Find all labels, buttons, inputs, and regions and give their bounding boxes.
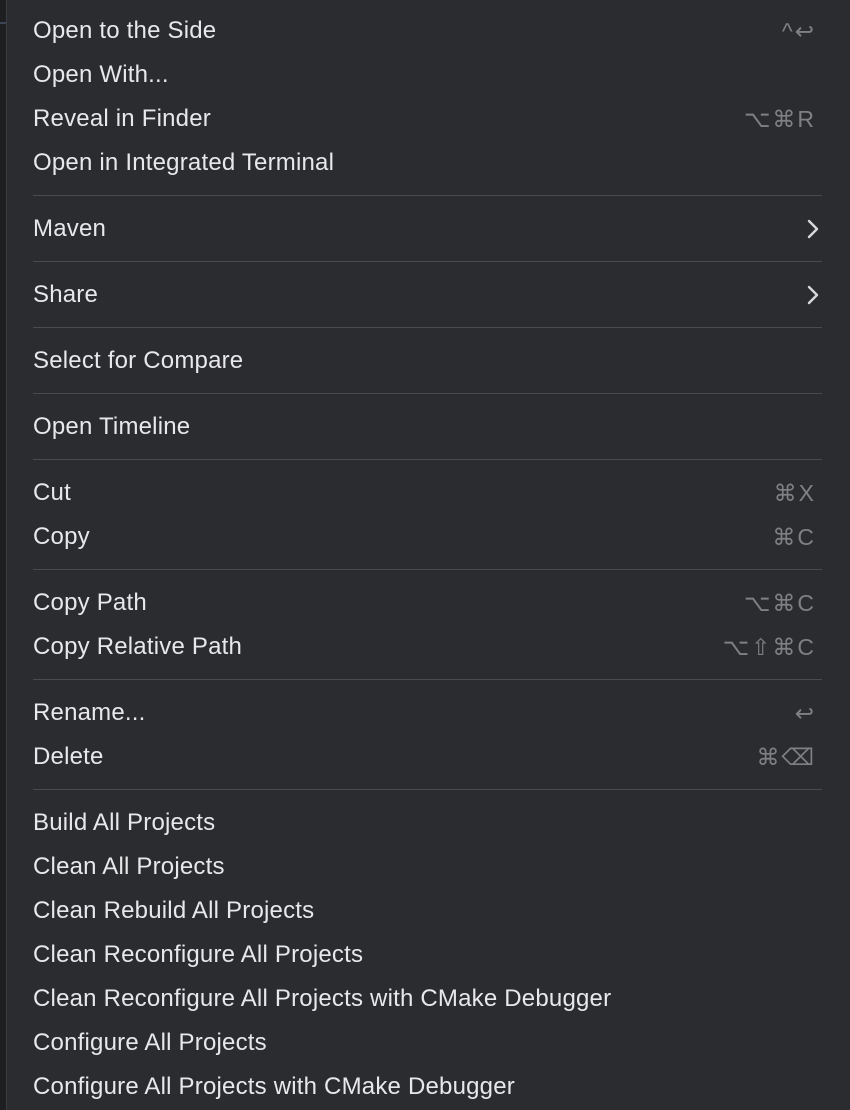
menu-item-maven[interactable]: Maven (7, 207, 850, 251)
menu-item-label: Reveal in Finder (33, 105, 211, 132)
menu-item-label: Copy Relative Path (33, 633, 243, 660)
menu-item-shortcut: ⌘X (773, 480, 816, 506)
menu-item-delete[interactable]: Delete ⌘⌫ (7, 735, 850, 779)
menu-item-clean-all-projects[interactable]: Clean All Projects (7, 845, 850, 889)
menu-item-label: Cut (33, 479, 71, 506)
menu-item-shortcut: ⌥⇧⌘C (722, 634, 816, 660)
menu-item-shortcut: ^↩ (781, 18, 816, 44)
menu-separator (7, 559, 850, 581)
menu-item-label: Open in Integrated Terminal (33, 149, 335, 176)
menu-separator (7, 185, 850, 207)
menu-item-label: Open Timeline (33, 413, 191, 440)
menu-item-label: Clean Reconfigure All Projects (33, 941, 364, 968)
menu-item-reveal-in-finder[interactable]: Reveal in Finder ⌥⌘R (7, 97, 850, 141)
menu-item-label: Open to the Side (33, 17, 217, 44)
menu-separator (7, 317, 850, 339)
chevron-right-icon (806, 273, 820, 317)
menu-item-copy[interactable]: Copy ⌘C (7, 515, 850, 559)
menu-item-shortcut: ⌥⌘C (743, 590, 816, 616)
menu-item-label: Open With... (33, 61, 169, 88)
menu-item-shortcut: ⌘⌫ (756, 744, 816, 770)
menu-item-open-with[interactable]: Open With... (7, 53, 850, 97)
menu-item-label: Share (33, 281, 99, 308)
menu-item-copy-path[interactable]: Copy Path ⌥⌘C (7, 581, 850, 625)
menu-item-label: Clean All Projects (33, 853, 225, 880)
menu-item-label: Select for Compare (33, 347, 244, 374)
menu-item-cut[interactable]: Cut ⌘X (7, 471, 850, 515)
menu-item-shortcut: ⌘C (772, 524, 816, 550)
menu-separator (7, 779, 850, 801)
menu-item-shortcut: ↩ (794, 700, 816, 726)
menu-item-share[interactable]: Share (7, 273, 850, 317)
menu-item-label: Clean Rebuild All Projects (33, 897, 315, 924)
chevron-right-icon (806, 207, 820, 251)
menu-item-open-to-the-side[interactable]: Open to the Side ^↩ (7, 9, 850, 53)
menu-item-label: Rename... (33, 699, 146, 726)
menu-separator (7, 669, 850, 691)
menu-item-label: Delete (33, 743, 104, 770)
menu-item-clean-reconfigure-all-projects[interactable]: Clean Reconfigure All Projects (7, 933, 850, 977)
menu-item-clean-reconfigure-all-projects-with-cmake-debugger[interactable]: Clean Reconfigure All Projects with CMak… (7, 977, 850, 1021)
menu-separator (7, 251, 850, 273)
menu-item-label: Copy Path (33, 589, 147, 616)
context-menu: Open to the Side ^↩ Open With... Reveal in … (6, 0, 850, 1110)
menu-item-configure-all-projects[interactable]: Configure All Projects (7, 1021, 850, 1065)
menu-item-shortcut: ⌥⌘R (743, 106, 816, 132)
menu-item-label: Configure All Projects with CMake Debugg… (33, 1073, 515, 1100)
menu-item-label: Configure All Projects (33, 1029, 267, 1056)
menu-item-rename[interactable]: Rename... ↩ (7, 691, 850, 735)
menu-separator (7, 449, 850, 471)
menu-separator (7, 383, 850, 405)
menu-item-label: Build All Projects (33, 809, 216, 836)
menu-item-open-timeline[interactable]: Open Timeline (7, 405, 850, 449)
menu-item-configure-all-projects-with-cmake-debugger[interactable]: Configure All Projects with CMake Debugg… (7, 1065, 850, 1109)
menu-item-clean-rebuild-all-projects[interactable]: Clean Rebuild All Projects (7, 889, 850, 933)
menu-item-open-in-integrated-terminal[interactable]: Open in Integrated Terminal (7, 141, 850, 185)
menu-item-label: Maven (33, 215, 107, 242)
menu-item-build-all-projects[interactable]: Build All Projects (7, 801, 850, 845)
menu-item-label: Clean Reconfigure All Projects with CMak… (33, 985, 612, 1012)
menu-item-copy-relative-path[interactable]: Copy Relative Path ⌥⇧⌘C (7, 625, 850, 669)
menu-item-label: Copy (33, 523, 90, 550)
menu-item-select-for-compare[interactable]: Select for Compare (7, 339, 850, 383)
